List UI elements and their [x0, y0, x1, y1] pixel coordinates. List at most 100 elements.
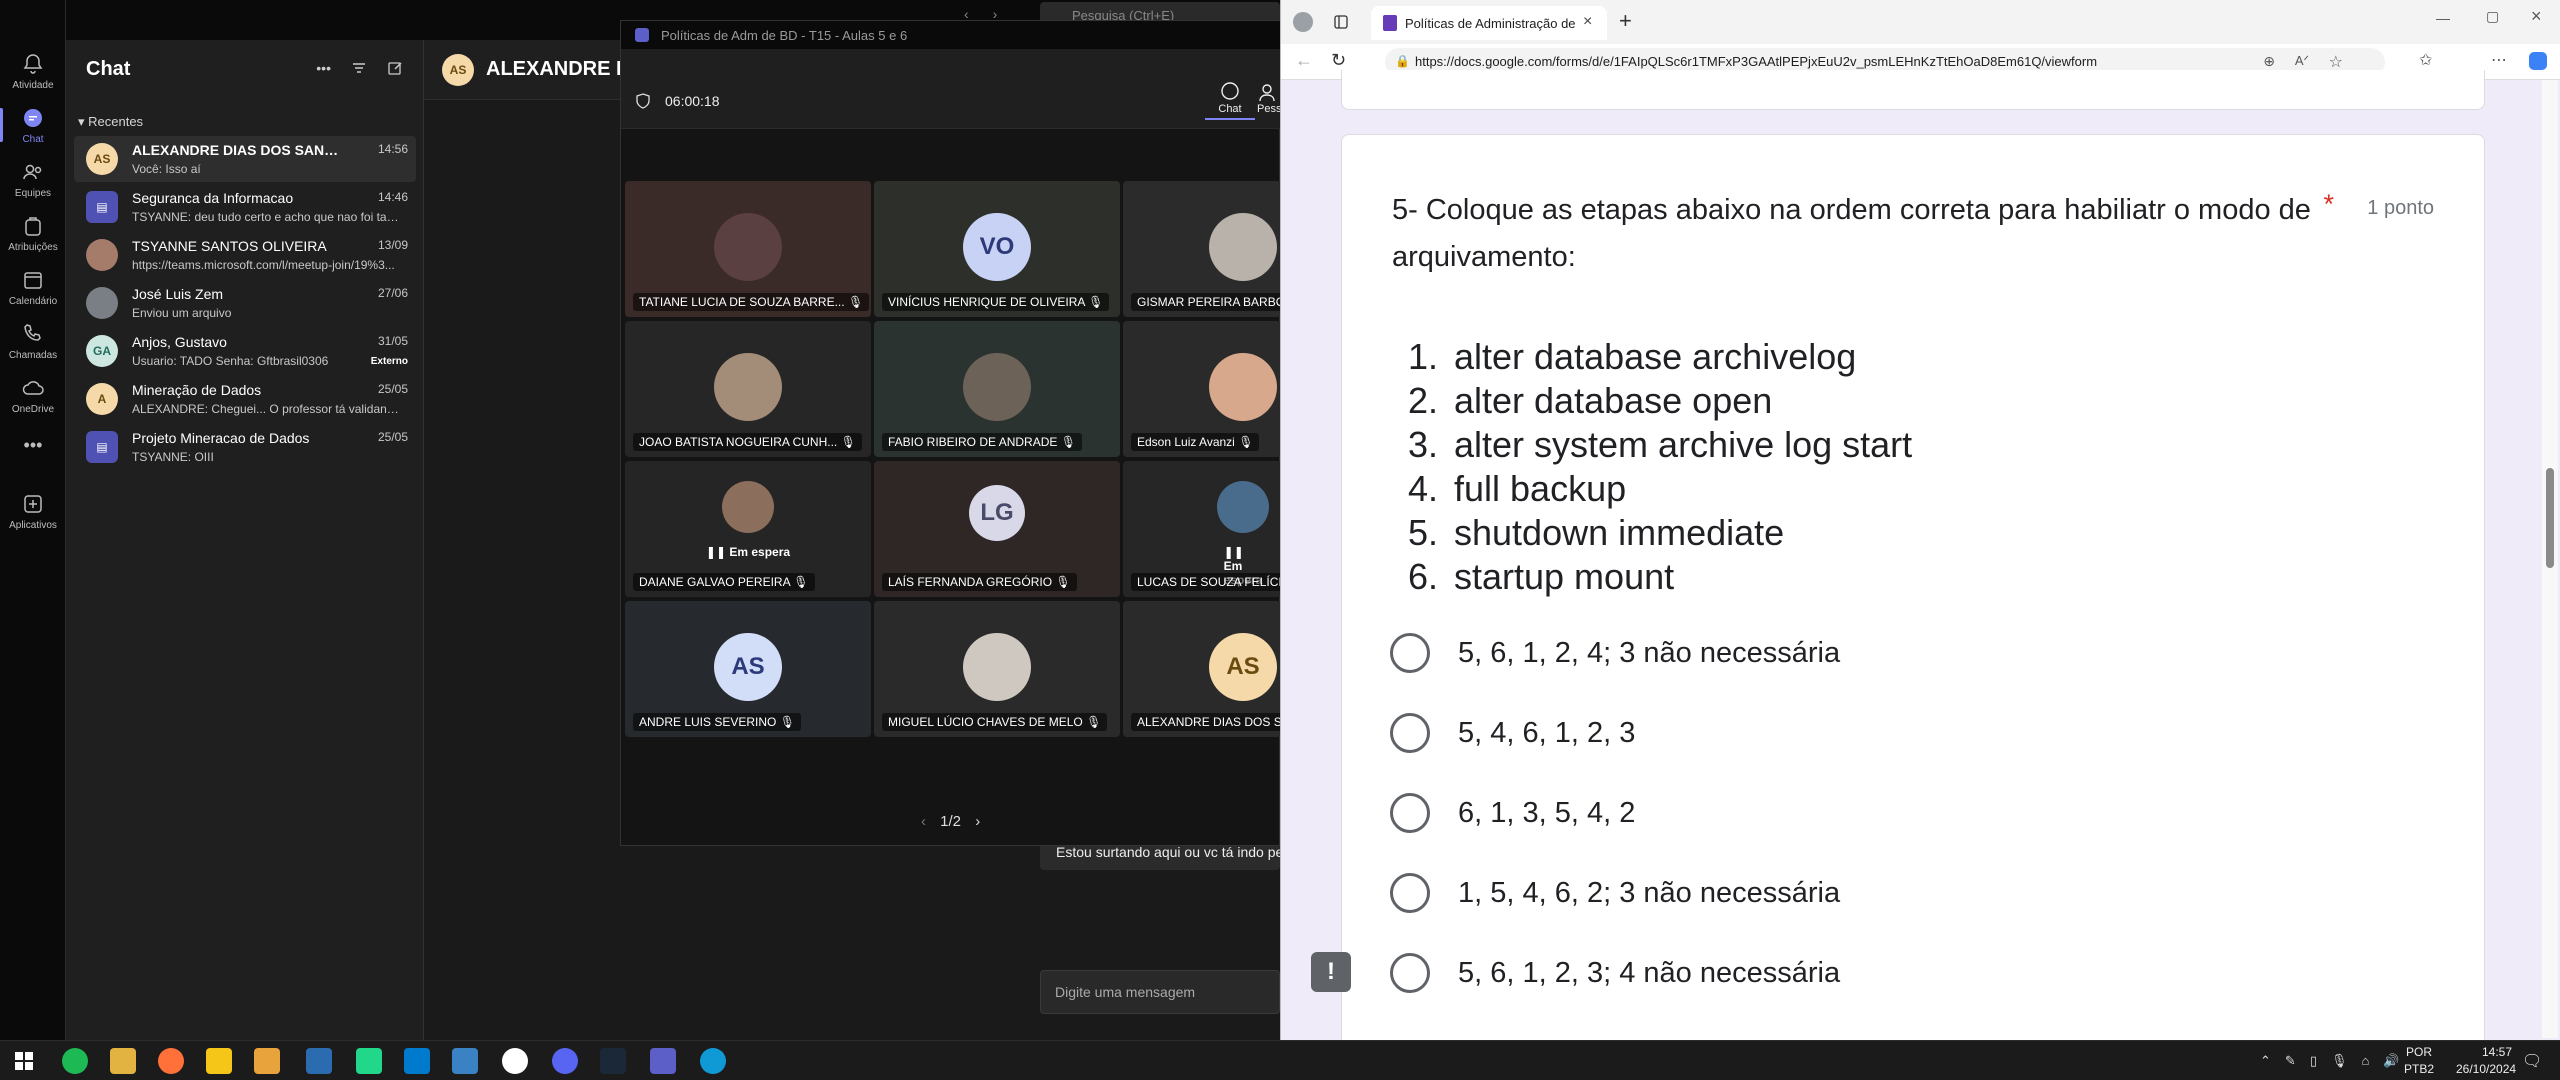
- browser-window: Políticas de Administração de Ba × + — ▢…: [1280, 0, 2560, 1054]
- file-explorer-icon[interactable]: [110, 1048, 136, 1074]
- answer-option[interactable]: 5, 4, 6, 1, 2, 3: [1390, 711, 2090, 755]
- code-editor-icon[interactable]: [306, 1048, 332, 1074]
- language-indicator[interactable]: POR PTB2: [2404, 1044, 2434, 1078]
- chevron-up-icon[interactable]: ⌃: [2260, 1053, 2271, 1069]
- chevron-right-icon[interactable]: ›: [975, 813, 980, 830]
- answer-option[interactable]: 5, 6, 1, 2, 3; 4 não necessária: [1390, 951, 2090, 995]
- discord-icon[interactable]: [552, 1048, 578, 1074]
- rail-calls[interactable]: Chamadas: [0, 314, 66, 368]
- rail-activity[interactable]: Atividade: [0, 44, 66, 98]
- edge-icon[interactable]: [700, 1048, 726, 1074]
- answer-option[interactable]: 5, 6, 1, 2, 4; 3 não necessária: [1390, 631, 2090, 675]
- copilot-icon[interactable]: [2529, 52, 2547, 70]
- chat-item[interactable]: TSYANNE SANTOS OLIVEIRA https://teams.mi…: [74, 232, 416, 278]
- virtualbox-icon[interactable]: [452, 1048, 478, 1074]
- chat-item[interactable]: ▤ Projeto Mineracao de Dados TSYANNE: OI…: [74, 424, 416, 470]
- rail-more[interactable]: •••: [0, 430, 66, 460]
- read-aloud-icon[interactable]: Aᐟ: [2295, 53, 2309, 69]
- vscode-icon[interactable]: [404, 1048, 430, 1074]
- volume-icon[interactable]: 🔊: [2383, 1053, 2399, 1069]
- participant-photo: [714, 213, 782, 281]
- network-icon[interactable]: ⌂: [2361, 1053, 2369, 1069]
- chevron-left-icon[interactable]: ‹: [921, 813, 926, 830]
- app-icon[interactable]: [254, 1048, 280, 1074]
- lock-icon[interactable]: 🔒: [1395, 54, 1410, 68]
- participant-tile[interactable]: TATIANE LUCIA DE SOUZA BARRE... 🎙: [625, 181, 871, 317]
- radio-button[interactable]: [1390, 953, 1430, 993]
- participant-tile[interactable]: AS ALEXANDRE DIAS DOS SAN...: [1123, 601, 1281, 737]
- report-issue-icon[interactable]: !: [1311, 952, 1351, 992]
- close-window-icon[interactable]: ×: [2531, 6, 2542, 27]
- radio-button[interactable]: [1390, 713, 1430, 753]
- rail-apps[interactable]: Aplicativos: [0, 484, 66, 538]
- tab-actions-icon[interactable]: [1333, 14, 1349, 30]
- favorites-icon[interactable]: ✩: [2419, 50, 2432, 70]
- rail-label: Atribuições: [8, 241, 58, 253]
- rail-teams[interactable]: Equipes: [0, 152, 66, 206]
- favorite-star-icon[interactable]: ☆: [2329, 52, 2343, 72]
- participant-tile[interactable]: ❚❚ Em espera DAIANE GALVAO PEREIRA 🎙: [625, 461, 871, 597]
- answer-option[interactable]: 1, 5, 4, 6, 2; 3 não necessária: [1390, 871, 2090, 915]
- steam-icon[interactable]: [600, 1048, 626, 1074]
- new-chat-icon[interactable]: [387, 60, 403, 76]
- menu-dots-icon[interactable]: ⋯: [2491, 50, 2507, 70]
- radio-button[interactable]: [1390, 633, 1430, 673]
- participant-tile[interactable]: AS ANDRE LUIS SEVERINO 🎙: [625, 601, 871, 737]
- rail-onedrive[interactable]: OneDrive: [0, 368, 66, 422]
- teams-icon[interactable]: [650, 1048, 676, 1074]
- zoom-icon[interactable]: ⊕: [2263, 53, 2275, 70]
- filter-icon[interactable]: [351, 60, 367, 76]
- pycharm-icon[interactable]: [356, 1048, 382, 1074]
- chat-item[interactable]: José Luis Zem Enviou um arquivo 27/06: [74, 280, 416, 326]
- more-options-icon[interactable]: •••: [316, 60, 331, 76]
- participant-tile[interactable]: LG LAÍS FERNANDA GREGÓRIO 🎙: [874, 461, 1120, 597]
- rail-calendar[interactable]: Calendário: [0, 260, 66, 314]
- scrollbar-thumb[interactable]: [2546, 468, 2554, 568]
- chat-item-name: José Luis Zem: [132, 286, 224, 302]
- clock[interactable]: 14:57 26/10/2024: [2456, 1044, 2516, 1078]
- mic-muted-icon: 🎙: [1055, 575, 1071, 589]
- participant-tile[interactable]: MIGUEL LÚCIO CHAVES DE MELO 🎙: [874, 601, 1120, 737]
- participant-tile[interactable]: ❚❚ Em espera LUCAS DE SOUZA FELÍCIO: [1123, 461, 1281, 597]
- chat-item-preview: ALEXANDRE: Cheguei... O professor tá val…: [132, 402, 402, 416]
- pen-icon[interactable]: ✎: [2285, 1053, 2296, 1069]
- notification-icon[interactable]: 🗨: [2522, 1051, 2542, 1071]
- participant-tile[interactable]: VO VINÍCIUS HENRIQUE DE OLIVEIRA 🎙: [874, 181, 1120, 317]
- people-icon: [1259, 84, 1275, 102]
- rail-assignments[interactable]: Atribuições: [0, 206, 66, 260]
- back-icon[interactable]: ←: [1295, 50, 1313, 71]
- chat-item[interactable]: A Mineração de Dados ALEXANDRE: Cheguei.…: [74, 376, 416, 422]
- new-tab-icon[interactable]: +: [1619, 8, 1632, 34]
- mic-icon[interactable]: 🎙: [2331, 1053, 2348, 1069]
- minimize-icon[interactable]: —: [2436, 10, 2450, 26]
- firefox-icon[interactable]: [158, 1048, 184, 1074]
- answer-option[interactable]: 6, 1, 3, 5, 4, 2: [1390, 791, 2090, 835]
- chat-item-name: ALEXANDRE DIAS DOS SANTOS: [132, 142, 342, 158]
- refresh-icon[interactable]: ↻: [1331, 50, 1346, 71]
- phone-link-icon[interactable]: ▯: [2310, 1053, 2317, 1069]
- step-text: startup mount: [1454, 556, 1675, 597]
- page-scrollbar[interactable]: [2542, 80, 2558, 1038]
- chat-item[interactable]: AS ALEXANDRE DIAS DOS SANTOS Você: Isso …: [74, 136, 416, 182]
- meeting-chat-button[interactable]: Chat: [1205, 81, 1255, 120]
- notes-app-icon[interactable]: [206, 1048, 232, 1074]
- windows-start-icon[interactable]: [14, 1051, 34, 1071]
- step-number: 5.: [1408, 512, 1439, 553]
- browser-tab-active[interactable]: Políticas de Administração de Ba ×: [1371, 6, 1607, 40]
- participant-tile[interactable]: GISMAR PEREIRA BARBOSA: [1123, 181, 1281, 317]
- profile-avatar-icon[interactable]: [1293, 12, 1313, 32]
- message-compose-input[interactable]: Digite uma mensagem: [1040, 970, 1280, 1014]
- radio-button[interactable]: [1390, 793, 1430, 833]
- spotify-icon[interactable]: [62, 1048, 88, 1074]
- radio-button[interactable]: [1390, 873, 1430, 913]
- participant-tile[interactable]: FABIO RIBEIRO DE ANDRADE 🎙: [874, 321, 1120, 457]
- participant-tile[interactable]: JOAO BATISTA NOGUEIRA CUNH... 🎙: [625, 321, 871, 457]
- game-app-icon[interactable]: [502, 1048, 528, 1074]
- chat-item[interactable]: ▤ Seguranca da Informacao TSYANNE: deu t…: [74, 184, 416, 230]
- close-tab-icon[interactable]: ×: [1583, 13, 1592, 31]
- rail-chat[interactable]: Chat: [0, 98, 66, 152]
- recent-section-header[interactable]: ▾ Recentes: [78, 114, 143, 130]
- participant-tile[interactable]: Edson Luiz Avanzi 🎙: [1123, 321, 1281, 457]
- maximize-icon[interactable]: ▢: [2486, 8, 2499, 25]
- chat-item[interactable]: GA Anjos, Gustavo Usuario: TADO Senha: G…: [74, 328, 416, 374]
